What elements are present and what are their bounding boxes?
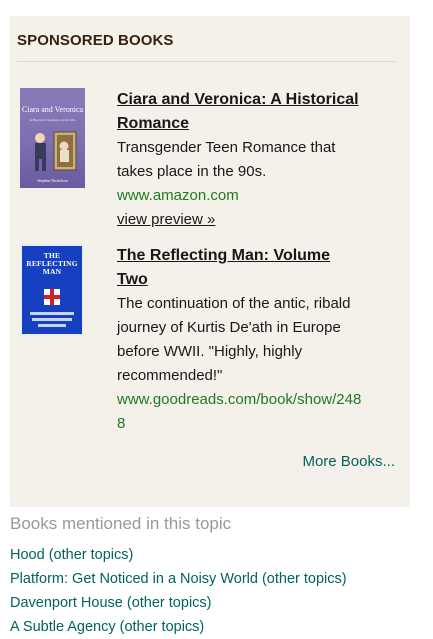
sponsored-books-panel: SPONSORED BOOKS Ciara and Veronica A His…: [10, 16, 410, 507]
book-url-link[interactable]: www.amazon.com: [117, 184, 362, 208]
book-link[interactable]: Platform: Get Noticed in a Noisy World: [10, 571, 258, 587]
list-item: A Subtle Agency (other topics): [10, 615, 347, 639]
divider: [17, 61, 396, 62]
other-topics-link[interactable]: (other topics): [120, 619, 205, 635]
book-title-link[interactable]: The Reflecting Man: Volume Two: [117, 244, 362, 292]
more-books-link[interactable]: More Books...: [302, 453, 395, 470]
book-cover-image[interactable]: THE REFLECTING MAN: [20, 244, 84, 336]
book-link[interactable]: Hood: [10, 547, 45, 563]
list-item: Platform: Get Noticed in a Noisy World (…: [10, 567, 347, 591]
list-item: Hood (other topics): [10, 543, 347, 567]
book-description: Transgender Teen Romance that takes plac…: [117, 139, 336, 180]
view-preview-link[interactable]: view preview »: [117, 208, 215, 232]
books-mentioned-heading: Books mentioned in this topic: [10, 514, 232, 533]
cover-author-text: Stephen Nicholson: [37, 178, 68, 183]
book-info: Ciara and Veronica: A Historical Romance…: [117, 88, 362, 232]
cover-illustration: [35, 131, 77, 171]
sponsored-books-heading: SPONSORED BOOKS: [17, 32, 174, 49]
book-cover-image[interactable]: Ciara and Veronica A Historical Romance …: [20, 88, 85, 188]
cover-mirrored-title-graphic: [30, 312, 74, 327]
books-mentioned-list: Hood (other topics) Platform: Get Notice…: [10, 543, 347, 639]
book-link[interactable]: Davenport House: [10, 595, 123, 611]
cover-emblem-icon: [44, 289, 60, 305]
book-info: The Reflecting Man: Volume Two The conti…: [117, 244, 362, 436]
cover-subtitle-text: A Historical Romance of the 90s: [29, 118, 76, 122]
book-description: The continuation of the antic, ribald jo…: [117, 295, 351, 384]
book-url-link[interactable]: www.goodreads.com/book/show/2488: [117, 388, 362, 436]
other-topics-link[interactable]: (other topics): [49, 547, 134, 563]
cover-title-text: Ciara and Veronica: [21, 105, 84, 114]
other-topics-link[interactable]: (other topics): [127, 595, 212, 611]
cover-title-text: THE REFLECTING MAN: [26, 251, 78, 276]
list-item: Davenport House (other topics): [10, 591, 347, 615]
book-link[interactable]: A Subtle Agency: [10, 619, 116, 635]
book-title-link[interactable]: Ciara and Veronica: A Historical Romance: [117, 88, 362, 136]
other-topics-link[interactable]: (other topics): [262, 571, 347, 587]
